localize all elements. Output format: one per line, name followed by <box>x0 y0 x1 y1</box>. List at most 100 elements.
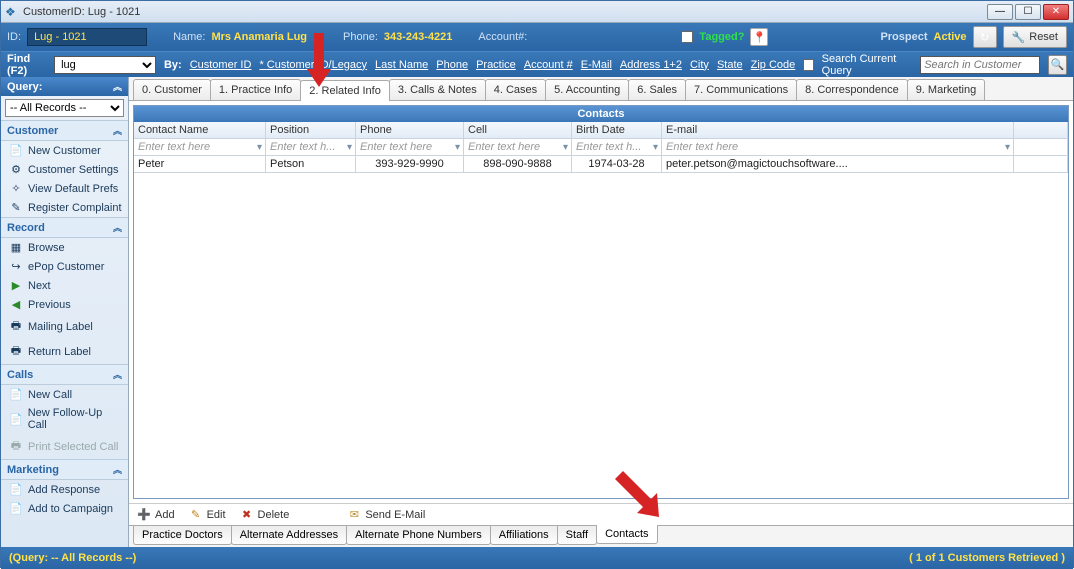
table-row[interactable]: Peter Petson 393-929-9990 898-090-9888 1… <box>134 156 1068 173</box>
top-tabs: 0. Customer 1. Practice Info 2. Related … <box>129 77 1073 101</box>
sidebar-item-epop-customer[interactable]: ↪ePop Customer <box>1 257 128 276</box>
chevron-up-icon: ︽ <box>113 368 122 381</box>
cell-cell: 898-090-9888 <box>464 156 572 173</box>
filter-phone[interactable]: Enter text here▾ <box>356 139 464 156</box>
filter-position[interactable]: Enter text h...▾ <box>266 139 356 156</box>
btab-practice-doctors[interactable]: Practice Doctors <box>133 526 232 545</box>
by-customer-id-legacy[interactable]: Customer ID/Legacy <box>259 59 367 71</box>
sidebar-item-new-customer[interactable]: 📄New Customer <box>1 141 128 160</box>
reset-button[interactable]: 🔧Reset <box>1003 26 1067 48</box>
tab-calls-notes[interactable]: 3. Calls & Notes <box>389 79 486 100</box>
chevron-up-icon: ︽ <box>113 124 122 137</box>
search-in-customer-input[interactable] <box>920 56 1040 74</box>
col-cell[interactable]: Cell <box>464 122 572 139</box>
sidebar-item-mailing-label[interactable]: 🖶Mailing Label <box>1 314 128 339</box>
btab-affiliations[interactable]: Affiliations <box>490 526 558 545</box>
by-city[interactable]: City <box>690 59 709 71</box>
maximize-button[interactable]: ☐ <box>1015 4 1041 20</box>
sidebar-item-browse[interactable]: ▦Browse <box>1 238 128 257</box>
by-practice[interactable]: Practice <box>476 59 516 71</box>
tab-customer[interactable]: 0. Customer <box>133 79 211 100</box>
delete-icon: ✖ <box>240 508 254 521</box>
btab-alternate-phone-numbers[interactable]: Alternate Phone Numbers <box>346 526 491 545</box>
group-marketing[interactable]: Marketing︽ <box>1 459 128 480</box>
add-button[interactable]: ➕Add <box>137 508 175 521</box>
page-icon: 📄 <box>9 388 23 401</box>
grid-body[interactable]: Peter Petson 393-929-9990 898-090-9888 1… <box>134 156 1068 498</box>
map-pin-button[interactable]: 📍 <box>750 28 768 46</box>
find-input[interactable]: lug <box>54 56 156 74</box>
filter-email[interactable]: Enter text here▾ <box>662 139 1014 156</box>
tab-related-info[interactable]: 2. Related Info <box>300 80 390 101</box>
sidebar-item-new-follow-up-call[interactable]: 📄New Follow-Up Call <box>1 404 128 434</box>
by-address[interactable]: Address 1+2 <box>620 59 682 71</box>
sidebar-item-customer-settings[interactable]: ⚙Customer Settings <box>1 160 128 179</box>
sidebar-item-add-to-campaign[interactable]: 📄Add to Campaign <box>1 499 128 518</box>
action-bar: ➕Add ✎Edit ✖Delete ✉Send E-Mail <box>129 503 1073 525</box>
tab-cases[interactable]: 4. Cases <box>485 79 546 100</box>
tab-practice-info[interactable]: 1. Practice Info <box>210 79 301 100</box>
search-current-query-checkbox[interactable] <box>803 59 813 71</box>
cell-email: peter.petson@magictouchsoftware.... <box>662 156 1014 173</box>
send-email-button[interactable]: ✉Send E-Mail <box>347 508 425 521</box>
tab-communications[interactable]: 7. Communications <box>685 79 797 100</box>
delete-button[interactable]: ✖Delete <box>240 508 290 521</box>
col-birth-date[interactable]: Birth Date <box>572 122 662 139</box>
name-label: Name: <box>173 31 205 43</box>
tagged-checkbox[interactable] <box>681 31 693 43</box>
chevron-up-icon: ︽ <box>113 80 122 93</box>
col-position[interactable]: Position <box>266 122 356 139</box>
col-phone[interactable]: Phone <box>356 122 464 139</box>
sidebar-item-previous[interactable]: ◀Previous <box>1 295 128 314</box>
by-zip[interactable]: Zip Code <box>751 59 796 71</box>
name-value: Mrs Anamaria Lug <box>211 31 307 43</box>
chevron-up-icon: ︽ <box>113 221 122 234</box>
query-select[interactable]: -- All Records -- <box>5 99 124 117</box>
page-icon: 📄 <box>9 502 23 515</box>
sidebar-item-return-label[interactable]: 🖶Return Label <box>1 339 128 364</box>
by-phone[interactable]: Phone <box>436 59 468 71</box>
sidebar-item-register-complaint[interactable]: ✎Register Complaint <box>1 198 128 217</box>
by-state[interactable]: State <box>717 59 743 71</box>
by-last-name[interactable]: Last Name <box>375 59 428 71</box>
group-calls[interactable]: Calls︽ <box>1 364 128 385</box>
cell-position: Petson <box>266 156 356 173</box>
col-contact-name[interactable]: Contact Name <box>134 122 266 139</box>
phone-value: 343-243-4221 <box>384 31 453 43</box>
filter-icon: ▾ <box>653 142 658 153</box>
by-account[interactable]: Account # <box>524 59 573 71</box>
search-button[interactable]: 🔍 <box>1048 55 1067 75</box>
query-header[interactable]: Query:︽ <box>1 77 128 96</box>
refresh-button[interactable]: ↻ <box>973 26 997 48</box>
id-field[interactable] <box>27 28 147 46</box>
filter-birth[interactable]: Enter text h...▾ <box>572 139 662 156</box>
filter-contact-name[interactable]: Enter text here▾ <box>134 139 266 156</box>
minimize-button[interactable]: — <box>987 4 1013 20</box>
sidebar-item-new-call[interactable]: 📄New Call <box>1 385 128 404</box>
printer-icon: 🖶 <box>9 317 23 336</box>
window-title: CustomerID: Lug - 1021 <box>23 6 987 18</box>
group-customer[interactable]: Customer︽ <box>1 120 128 141</box>
grid-header-row: Contact Name Position Phone Cell Birth D… <box>134 122 1068 139</box>
tab-accounting[interactable]: 5. Accounting <box>545 79 629 100</box>
by-email[interactable]: E-Mail <box>581 59 612 71</box>
sidebar-item-next[interactable]: ▶Next <box>1 276 128 295</box>
pencil-icon: ✎ <box>189 508 203 521</box>
btab-contacts[interactable]: Contacts <box>596 525 657 544</box>
play-reverse-icon: ◀ <box>9 298 23 311</box>
group-record[interactable]: Record︽ <box>1 217 128 238</box>
sidebar-item-print-selected-call: 🖶Print Selected Call <box>1 434 128 459</box>
tab-marketing[interactable]: 9. Marketing <box>907 79 986 100</box>
sidebar-item-view-default-prefs[interactable]: ✧View Default Prefs <box>1 179 128 198</box>
btab-staff[interactable]: Staff <box>557 526 597 545</box>
tab-correspondence[interactable]: 8. Correspondence <box>796 79 908 100</box>
close-button[interactable]: ✕ <box>1043 4 1069 20</box>
filter-cell[interactable]: Enter text here▾ <box>464 139 572 156</box>
btab-alternate-addresses[interactable]: Alternate Addresses <box>231 526 347 545</box>
sidebar-item-add-response[interactable]: 📄Add Response <box>1 480 128 499</box>
edit-button[interactable]: ✎Edit <box>189 508 226 521</box>
col-email[interactable]: E-mail <box>662 122 1014 139</box>
tab-sales[interactable]: 6. Sales <box>628 79 686 100</box>
page-icon: 📄 <box>9 144 23 157</box>
by-customer-id[interactable]: Customer ID <box>190 59 252 71</box>
